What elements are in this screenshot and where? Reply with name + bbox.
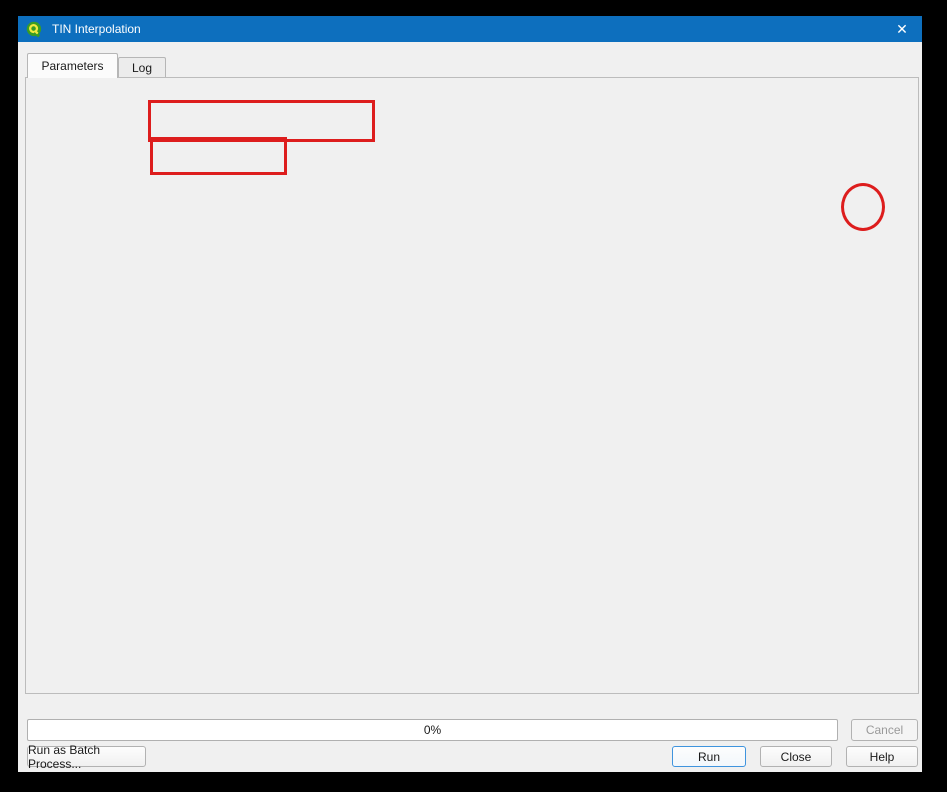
run-as-batch-button[interactable]: Run as Batch Process...	[27, 746, 146, 767]
cancel-button[interactable]: Cancel	[851, 719, 918, 741]
run-button[interactable]: Run	[672, 746, 746, 767]
tab-parameters[interactable]: Parameters	[27, 53, 118, 78]
help-button[interactable]: Help	[846, 746, 918, 767]
tab-parameters-label: Parameters	[41, 59, 103, 73]
progress-bar: 0%	[27, 719, 838, 741]
window-title: TIN Interpolation	[52, 22, 141, 36]
tab-log[interactable]: Log	[118, 57, 166, 77]
tab-log-label: Log	[132, 61, 152, 75]
qgis-logo-icon	[26, 21, 43, 38]
progress-value: 0%	[424, 723, 441, 737]
title-bar[interactable]: TIN Interpolation ✕	[18, 16, 922, 42]
close-button[interactable]: Close	[760, 746, 832, 767]
tin-interpolation-dialog: TIN Interpolation ✕ Parameters Log Input…	[18, 16, 922, 772]
parameters-panel	[25, 77, 919, 694]
close-icon[interactable]: ✕	[886, 16, 918, 42]
